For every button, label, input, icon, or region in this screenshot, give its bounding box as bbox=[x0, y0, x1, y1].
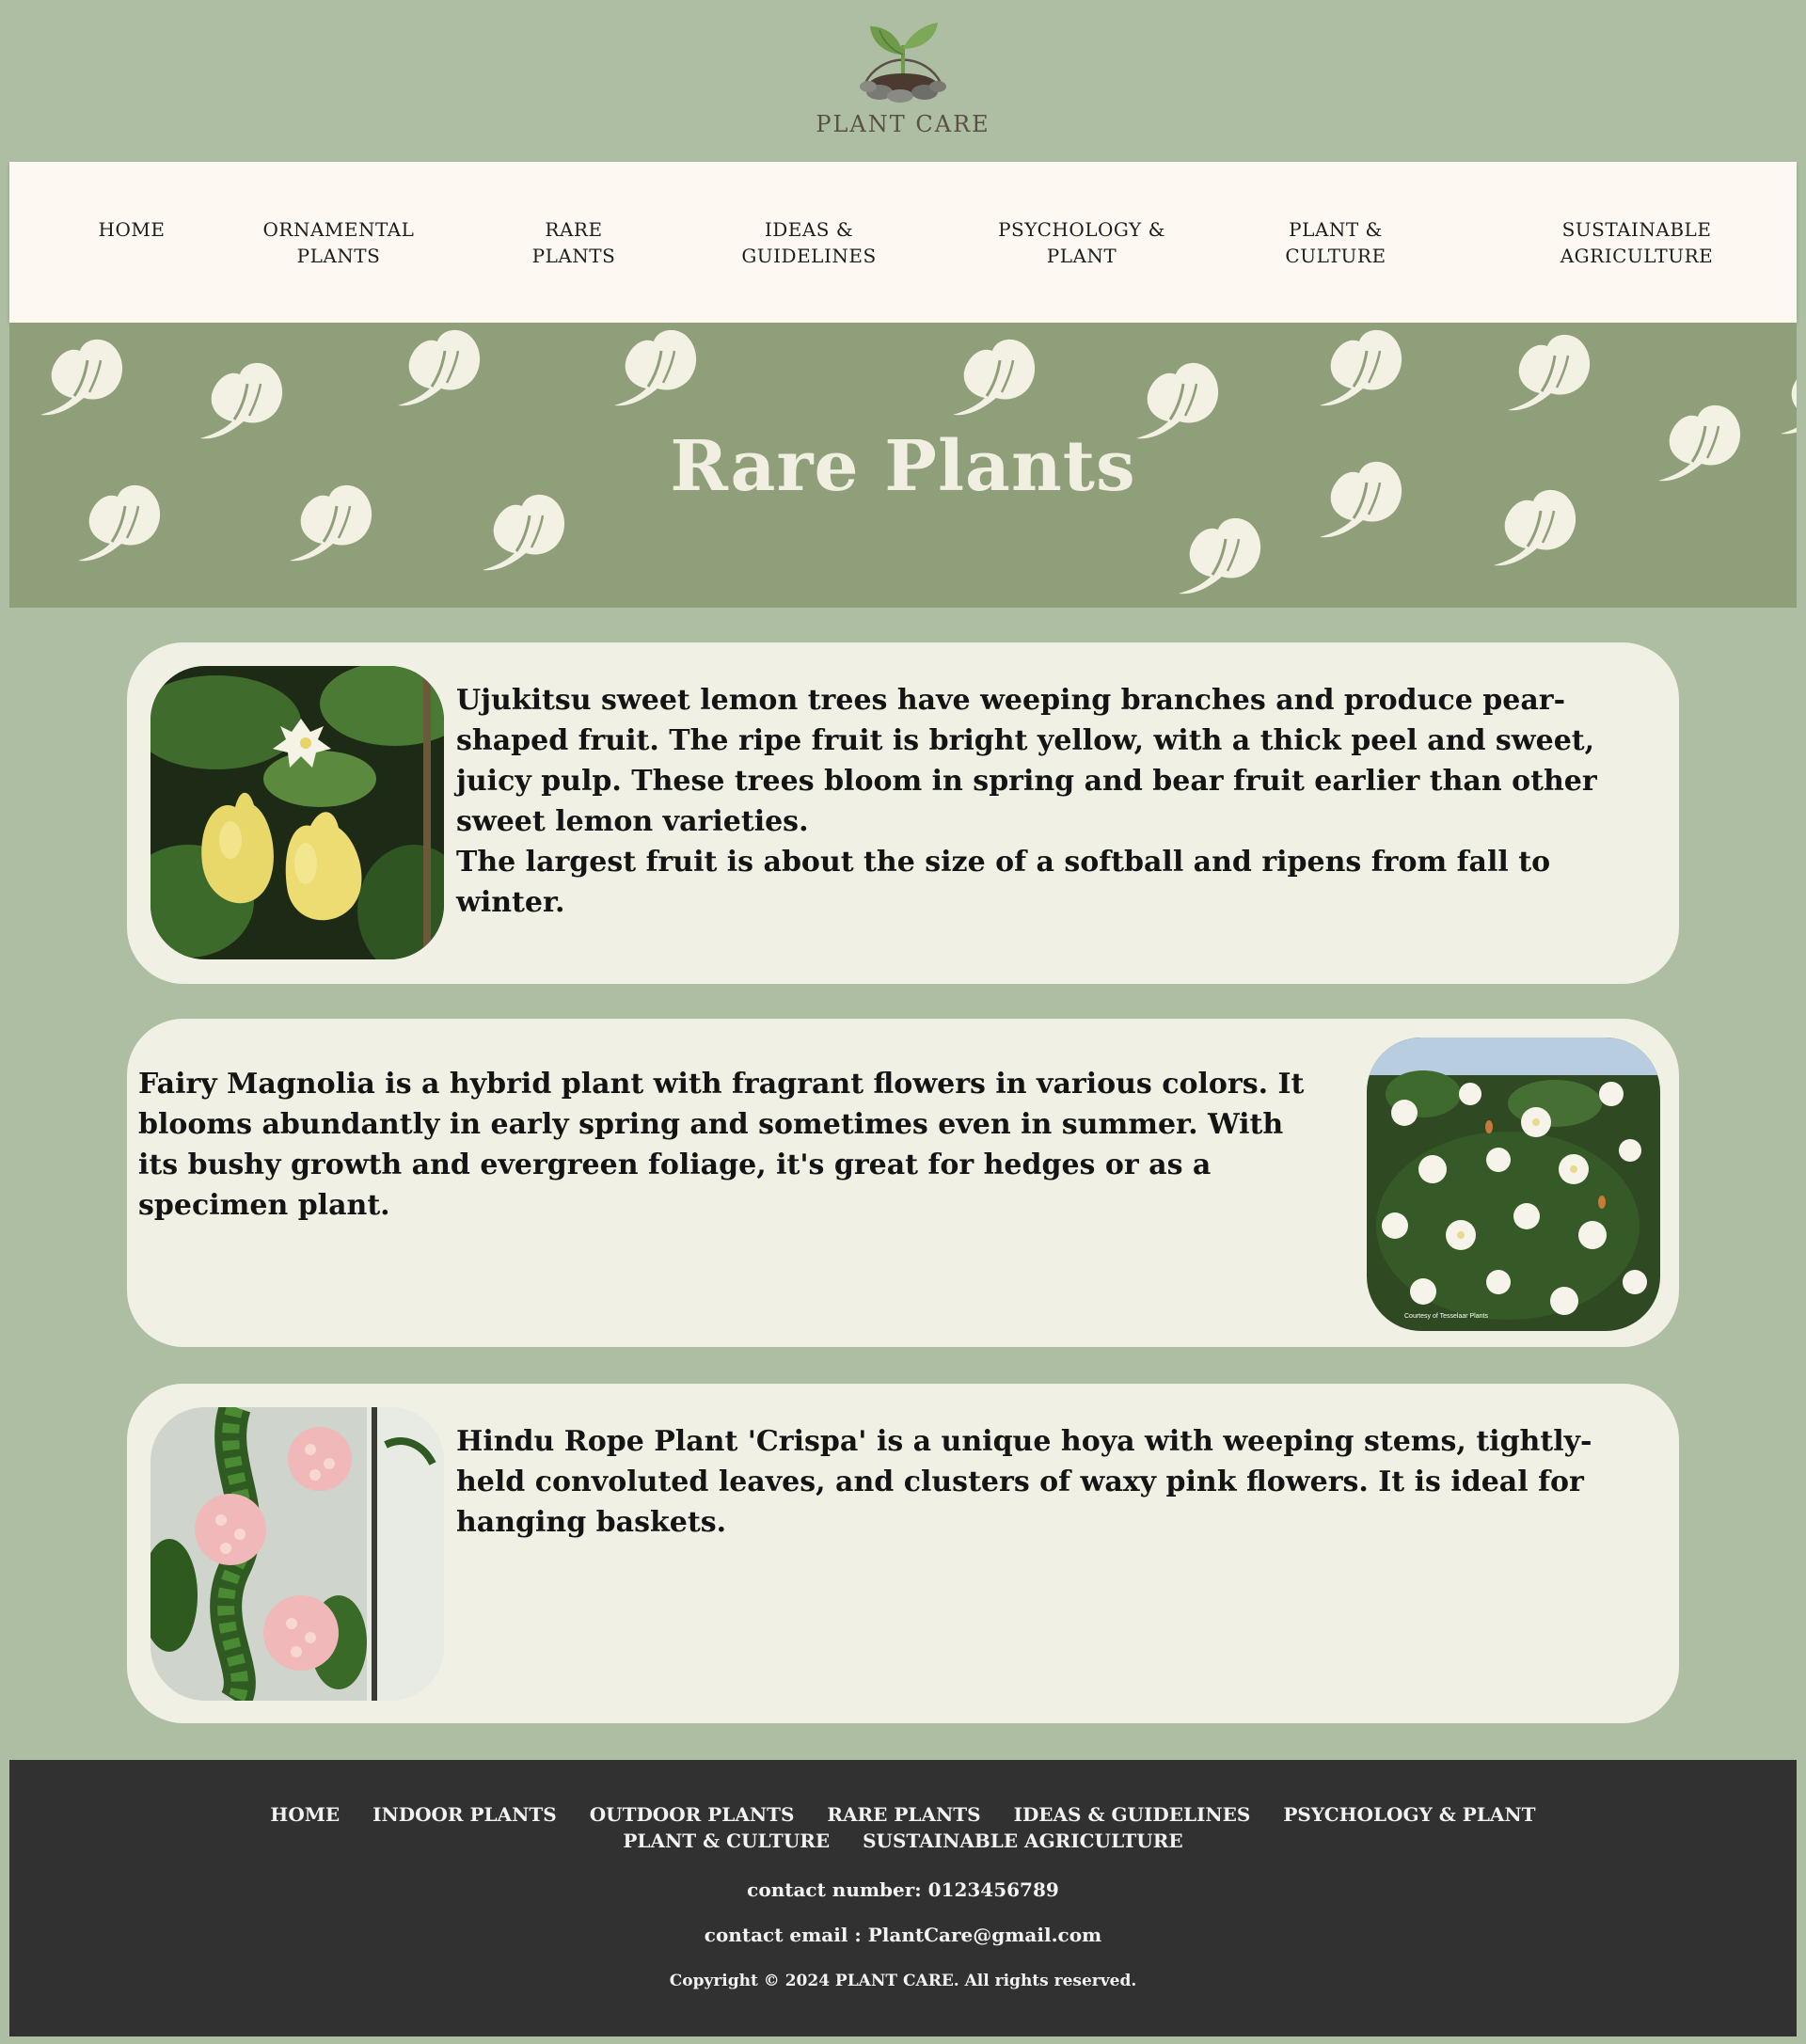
description-paragraph: Hindu Rope Plant 'Crispa' is a unique ho… bbox=[456, 1425, 1592, 1539]
footer-link-sustainable-agriculture[interactable]: SUSTAINABLE AGRICULTURE bbox=[863, 1830, 1183, 1852]
lemon-photo-icon bbox=[150, 666, 444, 959]
nav-plant-culture[interactable]: PLANT & CULTURE bbox=[1260, 216, 1411, 269]
leaf-pattern-icon bbox=[607, 323, 701, 417]
nav-psychology-plant[interactable]: PSYCHOLOGY & PLANT bbox=[978, 216, 1185, 269]
magnolia-image: Courtesy of Tesselaar Plants bbox=[1367, 1038, 1660, 1331]
sprout-logo-icon[interactable] bbox=[851, 17, 955, 106]
footer-link-psychology-plant[interactable]: PSYCHOLOGY & PLANT bbox=[1283, 1803, 1535, 1826]
plant-description: Fairy Magnolia is a hybrid plant with fr… bbox=[138, 1064, 1323, 1226]
main-navigation: HOME ORNAMENTAL PLANTS RARE PLANTS IDEAS… bbox=[9, 162, 1797, 323]
site-footer: HOME INDOOR PLANTS OUTDOOR PLANTS RARE P… bbox=[9, 1760, 1797, 2036]
magnolia-photo-icon bbox=[1367, 1038, 1660, 1331]
nav-ideas-guidelines[interactable]: IDEAS & GUIDELINES bbox=[724, 216, 894, 269]
photo-credit-caption: Courtesy of Tesselaar Plants bbox=[1404, 1313, 1488, 1320]
footer-link-indoor-plants[interactable]: INDOOR PLANTS bbox=[372, 1803, 557, 1826]
footer-navigation: HOME INDOOR PLANTS OUTDOOR PLANTS RARE P… bbox=[198, 1801, 1608, 1854]
description-paragraph: The largest fruit is about the size of a… bbox=[456, 846, 1551, 919]
brand-name: PLANT CARE bbox=[816, 111, 990, 137]
leaf-pattern-icon bbox=[1171, 511, 1265, 605]
plant-description: Ujukitsu sweet lemon trees have weeping … bbox=[456, 680, 1660, 923]
nav-home[interactable]: HOME bbox=[66, 216, 198, 243]
lemon-image bbox=[150, 666, 444, 959]
plant-description: Hindu Rope Plant 'Crispa' is a unique ho… bbox=[456, 1421, 1660, 1543]
footer-link-plant-culture[interactable]: PLANT & CULTURE bbox=[623, 1830, 830, 1852]
contact-number: contact number: 0123456789 bbox=[747, 1878, 1059, 1901]
footer-link-ideas-guidelines[interactable]: IDEAS & GUIDELINES bbox=[1014, 1803, 1251, 1826]
hoya-photo-icon bbox=[150, 1407, 444, 1701]
nav-ornamental-plants[interactable]: ORNAMENTAL PLANTS bbox=[245, 216, 433, 269]
site-header: PLANT CARE bbox=[0, 0, 1806, 162]
nav-sustainable-agriculture[interactable]: SUSTAINABLE AGRICULTURE bbox=[1533, 216, 1740, 269]
leaf-pattern-icon bbox=[33, 332, 127, 426]
footer-link-home[interactable]: HOME bbox=[270, 1803, 340, 1826]
leaf-pattern-icon bbox=[1500, 327, 1594, 421]
description-paragraph: Fairy Magnolia is a hybrid plant with fr… bbox=[138, 1068, 1305, 1222]
leaf-pattern-icon bbox=[945, 332, 1039, 426]
description-paragraph: Ujukitsu sweet lemon trees have weeping … bbox=[456, 684, 1597, 838]
hoya-image bbox=[150, 1407, 444, 1701]
plant-card: Ujukitsu sweet lemon trees have weeping … bbox=[127, 642, 1679, 984]
nav-rare-plants[interactable]: RARE PLANTS bbox=[508, 216, 640, 269]
copyright-notice: Copyright © 2024 PLANT CARE. All rights … bbox=[669, 1972, 1137, 1990]
footer-link-rare-plants[interactable]: RARE PLANTS bbox=[827, 1803, 980, 1826]
plant-card: Fairy Magnolia is a hybrid plant with fr… bbox=[127, 1019, 1679, 1347]
leaf-pattern-icon bbox=[390, 323, 484, 417]
contact-email[interactable]: contact email : PlantCare@gmail.com bbox=[9, 1924, 1797, 1946]
page-title: Rare Plants bbox=[670, 426, 1136, 507]
footer-link-outdoor-plants[interactable]: OUTDOOR PLANTS bbox=[590, 1803, 795, 1826]
leaf-pattern-icon bbox=[1312, 323, 1406, 417]
plant-card: Hindu Rope Plant 'Crispa' is a unique ho… bbox=[127, 1384, 1679, 1723]
hero-banner: Rare Plants bbox=[9, 323, 1797, 608]
